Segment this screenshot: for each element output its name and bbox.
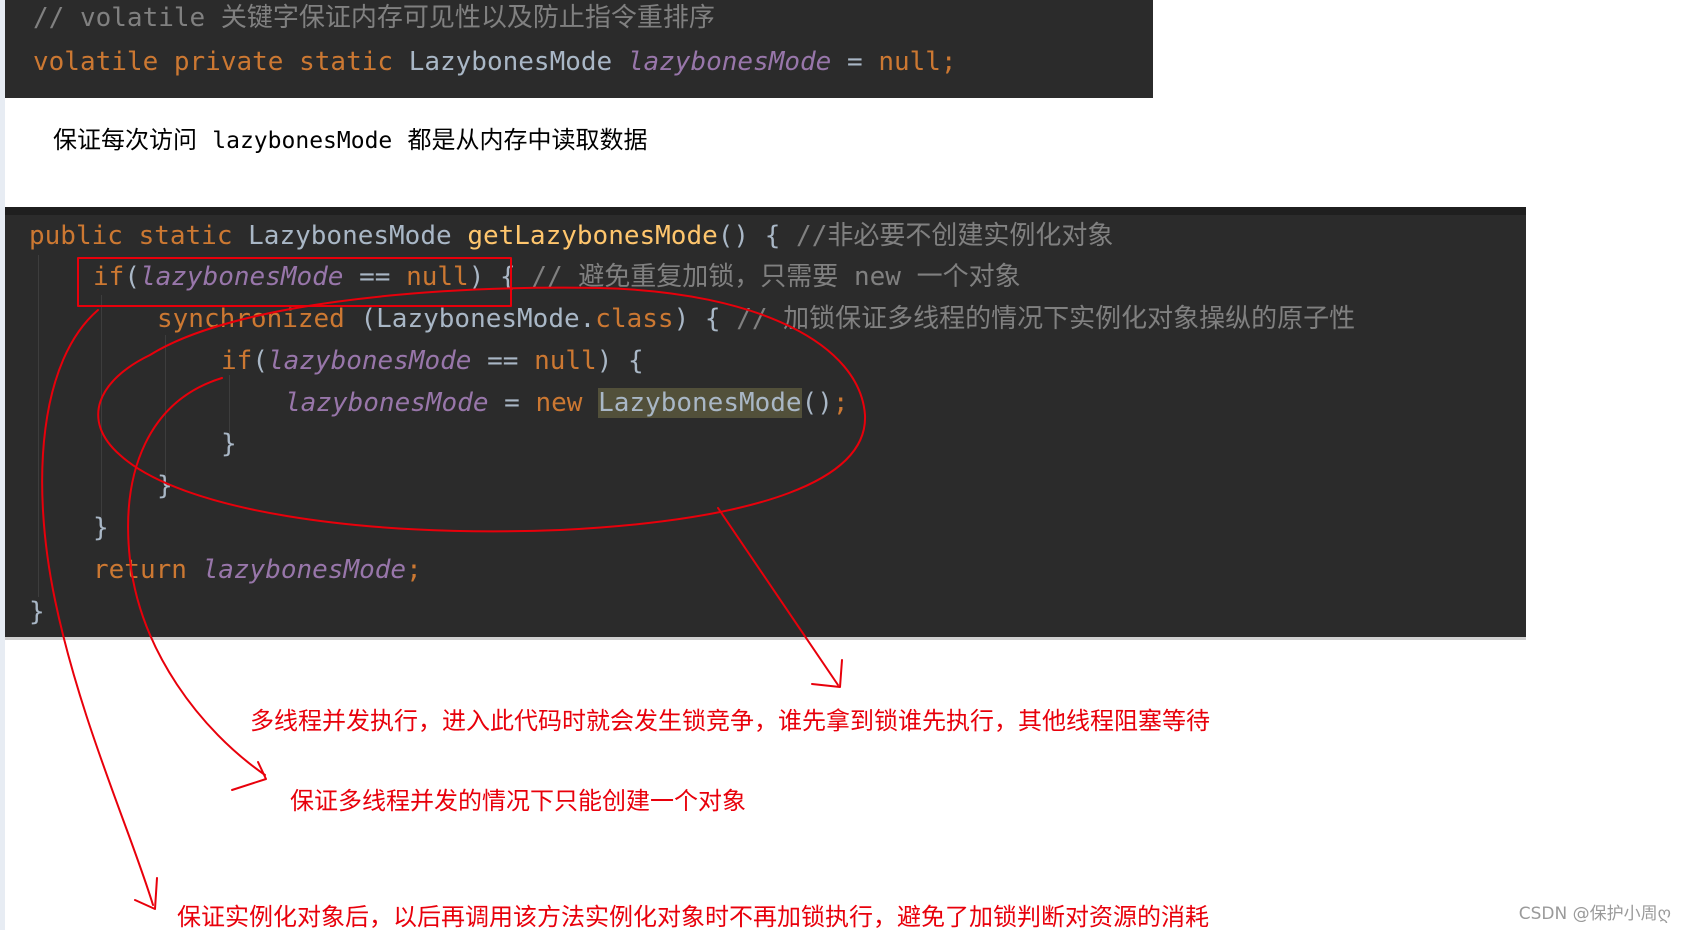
code-punct: ( [252,346,268,376]
code-keywords: volatile private static [33,47,394,77]
code-brace: } [29,597,45,627]
code-null: null [534,346,597,376]
note-suffix: 都是从内存中读取数据 [407,126,648,154]
annotation-lock-contention: 多线程并发执行，进入此代码时就会发生锁竞争，谁先拿到锁谁先执行，其他线程阻塞等待 [250,707,1210,735]
code-line-9: return lazybonesMode; [93,549,422,591]
indent-guide [165,335,166,481]
indent-guide [38,255,39,597]
code-field: lazybonesMode [267,346,472,376]
code-brace: } [221,429,237,459]
code-line-8: } [93,507,109,549]
code-keyword-return: return [93,555,187,585]
code-type-highlighted: LazybonesMode [598,388,802,418]
code-line-declaration: volatile private static LazybonesMode la… [33,41,957,83]
code-brace: } [157,471,173,501]
code-snippet-getter: public static LazybonesMode getLazybones… [5,207,1526,640]
code-line-5: lazybonesMode = new LazybonesMode(); [285,382,849,424]
code-null: null [406,262,469,292]
annotation-no-relock: 保证实例化对象后，以后再调用该方法实例化对象时不再加锁执行，避免了加锁判断对资源… [177,903,1209,931]
code-type: LazybonesMode [408,47,613,77]
code-field: lazybonesMode [627,47,832,77]
arrowhead [231,761,267,791]
code-assign: = [831,47,879,77]
code-keyword-if: if [221,346,253,376]
code-comment: // 避免重复加锁，只需要 new 一个对象 [531,262,1021,292]
code-line-2: if(lazybonesMode == null) { // 避免重复加锁，只需… [93,256,1021,298]
code-field: lazybonesMode [202,555,407,585]
code-keywords: public static [29,221,233,251]
code-punct: ) { [468,262,532,292]
code-line-4: if(lazybonesMode == null) { [221,340,644,382]
code-punct: (LazybonesMode. [344,304,596,334]
code-punct: ) { [673,304,737,334]
code-snippet-volatile: // volatile 关键字保证内存可见性以及防止指令重排序 volatile… [5,0,1153,98]
code-line-7: } [157,465,173,507]
code-comment: //非必要不创建实例化对象 [796,221,1114,251]
csdn-watermark: CSDN @保护小周ღ [1518,904,1671,924]
code-operator: = [488,388,536,418]
code-keyword-class: class [595,304,674,334]
code-line-3: synchronized (LazybonesMode.class) { // … [157,298,1355,340]
code-semicolon: ; [832,388,849,418]
arrowhead [811,659,843,688]
code-operator: == [343,262,407,292]
code-punct: () [801,388,833,418]
code-operator: == [471,346,535,376]
code-field: lazybonesMode [139,262,344,292]
code-semicolon: ; [406,555,422,585]
code-line-10: } [29,591,45,633]
code-keyword-synchronized: synchronized [157,304,345,334]
code-punct: () { [717,221,797,251]
code-punct: ( [124,262,140,292]
code-null: null; [878,47,957,77]
code-method-name: getLazybonesMode [467,221,718,251]
code-line-1: public static LazybonesMode getLazybones… [29,215,1113,257]
code-type: LazybonesMode [232,221,468,251]
code-keyword-new: new [535,388,583,418]
annotation-single-instance: 保证多线程并发的情况下只能创建一个对象 [290,787,746,815]
code-keyword-if: if [93,262,125,292]
code-brace: } [93,513,109,543]
note-prefix: 保证每次访问 [53,126,197,154]
arrowhead [134,877,158,910]
note-field: lazybonesMode [212,128,393,154]
code-field: lazybonesMode [285,388,489,418]
code-punct: ) { [596,346,644,376]
volatile-note: 保证每次访问 lazybonesMode 都是从内存中读取数据 [53,120,648,155]
code-comment: // volatile 关键字保证内存可见性以及防止指令重排序 [33,3,715,33]
indent-guide [101,295,102,519]
code-comment: // 加锁保证多线程的情况下实例化对象操纵的原子性 [736,304,1356,334]
code-line-6: } [221,423,237,465]
code-line-comment: // volatile 关键字保证内存可见性以及防止指令重排序 [33,0,715,39]
